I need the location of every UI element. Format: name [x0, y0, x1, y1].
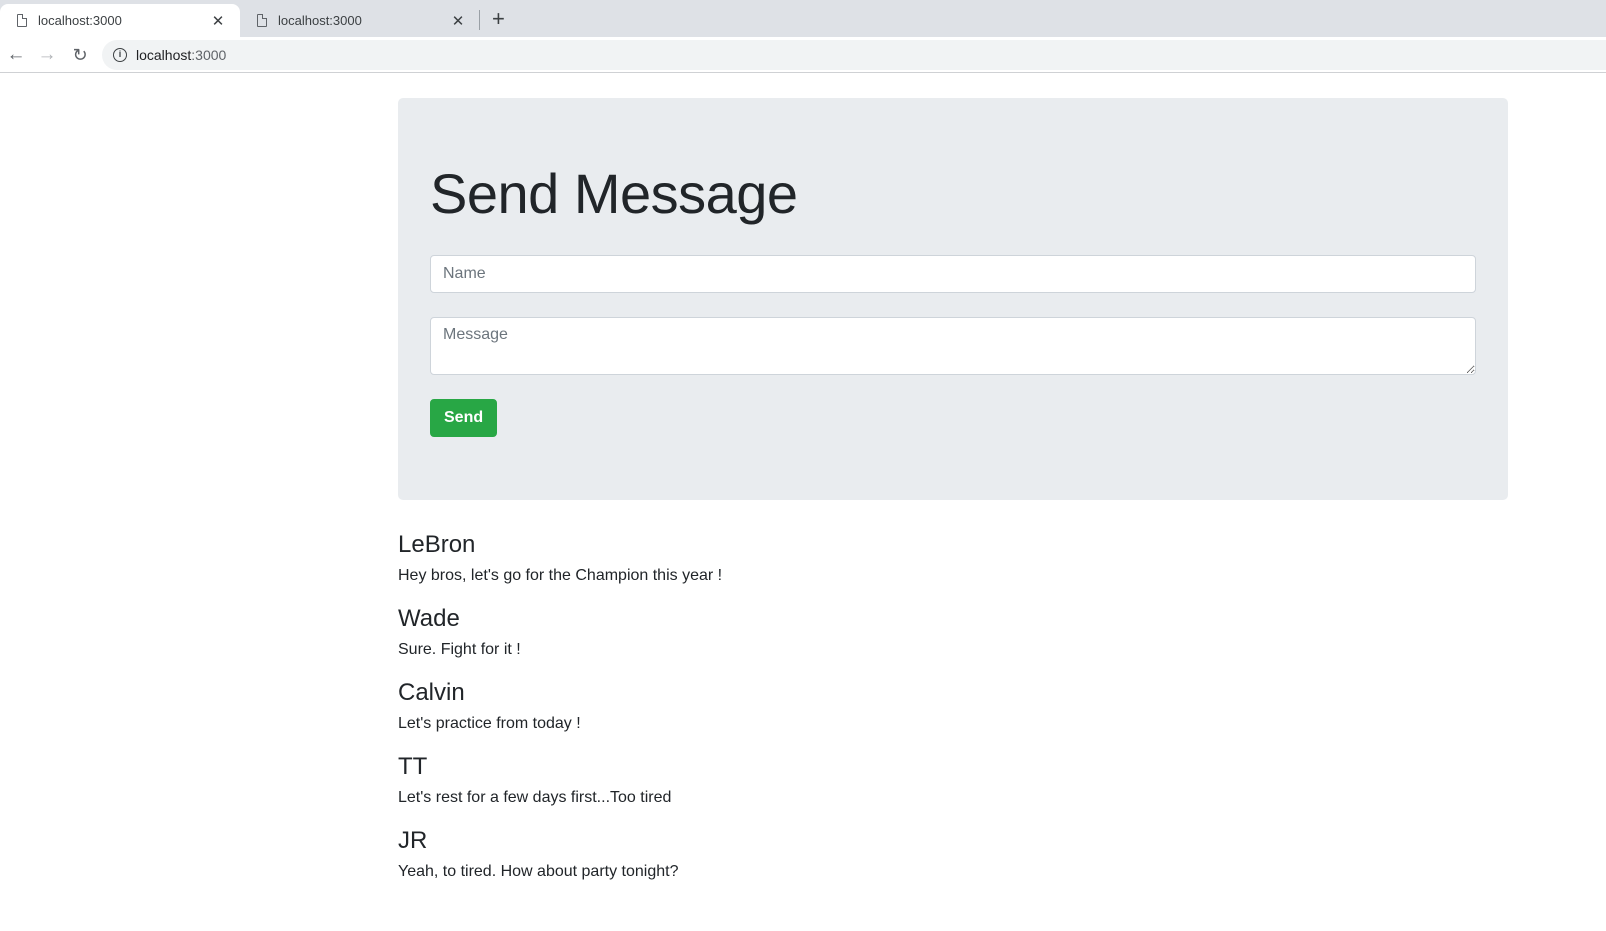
back-arrow-icon[interactable]: ← [4, 43, 28, 67]
page-icon [17, 14, 27, 27]
message-text: Hey bros, let's go for the Champion this… [398, 567, 723, 584]
send-message-panel: Send Message Send [398, 98, 1508, 500]
message-item: JR Yeah, to tired. How about party tonig… [398, 826, 1508, 884]
forward-arrow-icon[interactable]: → [35, 43, 59, 67]
tab-title: localhost:3000 [38, 13, 122, 28]
url-host: localhost [136, 47, 192, 63]
url-text: localhost:3000 [136, 47, 226, 63]
close-tab-icon[interactable]: ✕ [450, 12, 466, 30]
send-button[interactable]: Send [430, 399, 498, 437]
message-item: Calvin Let's practice from today ! [398, 678, 1508, 736]
browser-tab-inactive[interactable]: localhost:3000 ✕ [240, 4, 480, 37]
message-author: Wade [398, 605, 460, 632]
info-icon[interactable]: i [113, 48, 127, 62]
url-port: :3000 [191, 47, 227, 63]
page-icon [257, 14, 267, 27]
message-text: Sure. Fight for it ! [398, 641, 521, 658]
browser-tab-strip: localhost:3000 ✕ localhost:3000 ✕ + [0, 0, 1606, 37]
message-item: LeBron Hey bros, let's go for the Champi… [398, 530, 1508, 588]
name-input[interactable] [430, 255, 1476, 293]
browser-toolbar: ← → ↻ i localhost:3000 [0, 37, 1606, 73]
message-author: Calvin [398, 679, 465, 706]
tab-divider [479, 10, 480, 30]
message-item: TT Let's rest for a few days first...Too… [398, 752, 1508, 810]
message-author: LeBron [398, 531, 476, 558]
message-text: Let's rest for a few days first...Too ti… [398, 789, 672, 806]
tab-title: localhost:3000 [278, 13, 362, 28]
message-list: LeBron Hey bros, let's go for the Champi… [398, 530, 1508, 900]
message-author: TT [398, 753, 428, 780]
message-textarea[interactable] [430, 317, 1476, 375]
message-author: JR [398, 827, 428, 854]
new-tab-button[interactable]: + [492, 5, 505, 33]
browser-tab-active[interactable]: localhost:3000 ✕ [0, 4, 240, 37]
reload-icon[interactable]: ↻ [68, 43, 92, 67]
message-item: Wade Sure. Fight for it ! [398, 604, 1508, 662]
close-tab-icon[interactable]: ✕ [210, 12, 226, 30]
address-bar[interactable]: i localhost:3000 [102, 40, 1606, 70]
message-text: Yeah, to tired. How about party tonight? [398, 863, 679, 880]
page-title: Send Message [430, 162, 798, 225]
message-text: Let's practice from today ! [398, 715, 581, 732]
